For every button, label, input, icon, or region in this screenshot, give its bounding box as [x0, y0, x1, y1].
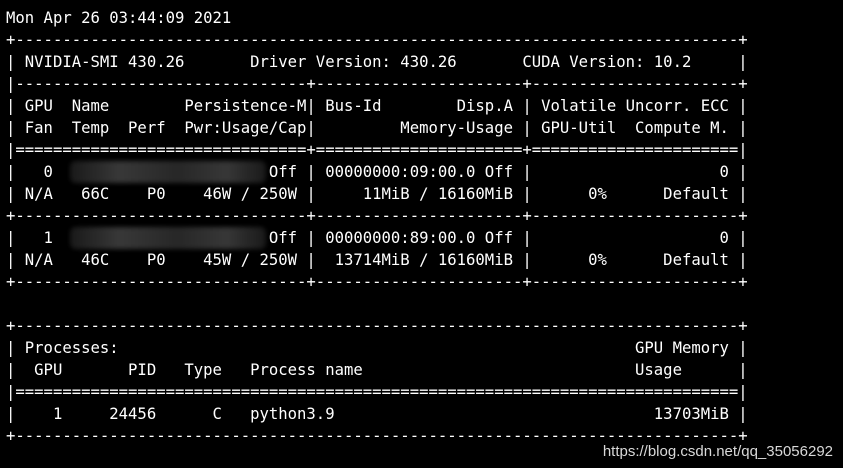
- watermark-url: https://blog.csdn.net/qq_35056292: [602, 443, 833, 460]
- processes-title-line: | Processes: GPU Memory |: [6, 339, 748, 357]
- version-info-line: | NVIDIA-SMI 430.26 Driver Version: 430.…: [6, 53, 748, 71]
- process-row: | 1 24456 C python3.9 13703MiB |: [6, 405, 748, 423]
- gpu-1-row-2: | N/A 46C P0 45W / 250W | 13714MiB / 161…: [6, 251, 748, 269]
- redacted-gpu-name-1: [70, 227, 266, 249]
- redacted-gpu-name-0: [70, 161, 266, 183]
- gpu-header-line-2: | Fan Temp Perf Pwr:Usage/Cap| Memory-Us…: [6, 119, 748, 137]
- gpu-separator-line: +-------------------------------+-------…: [6, 207, 748, 225]
- gpu-0-row-2: | N/A 66C P0 46W / 250W | 11MiB / 16160M…: [6, 185, 748, 203]
- gpu-header-line-1: | GPU Name Persistence-M| Bus-Id Disp.A …: [6, 97, 748, 115]
- timestamp-line: Mon Apr 26 03:44:09 2021: [6, 9, 232, 27]
- separator-line: |-------------------------------+-------…: [6, 75, 748, 93]
- terminal-output: Mon Apr 26 03:44:09 2021 +--------------…: [6, 7, 842, 468]
- processes-header-line: | GPU PID Type Process name Usage |: [6, 361, 748, 379]
- processes-border-top-line: +---------------------------------------…: [6, 317, 748, 335]
- border-top-line: +---------------------------------------…: [6, 31, 748, 49]
- processes-separator-line: |=======================================…: [6, 383, 748, 401]
- header-separator-line: |===============================+=======…: [6, 141, 748, 159]
- gpu-table-bottom-line: +-------------------------------+-------…: [6, 273, 748, 291]
